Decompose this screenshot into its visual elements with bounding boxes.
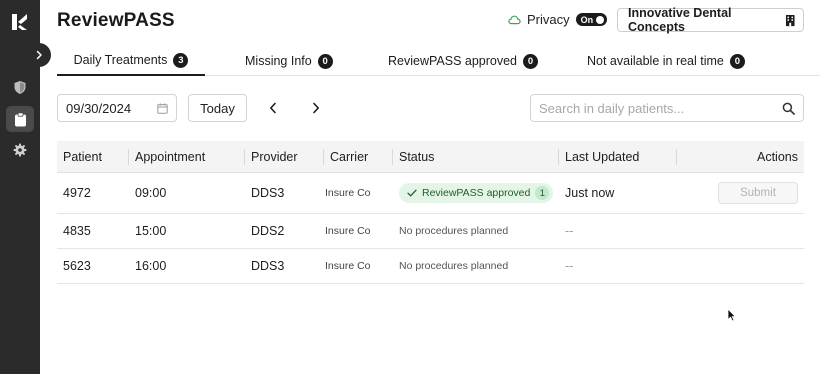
- status-label: ReviewPASS approved: [422, 187, 531, 199]
- column-header-last-updated[interactable]: Last Updated: [559, 141, 677, 173]
- cell-patient: 4972: [63, 186, 91, 200]
- status-count: 1: [535, 186, 550, 200]
- cell-provider: DDS3: [251, 186, 285, 200]
- tab-daily-treatments[interactable]: Daily Treatments 3: [57, 46, 205, 76]
- table-header: Patient Appointment Provider Carrier Sta…: [57, 141, 804, 173]
- organization-selector[interactable]: Innovative Dental Concepts: [617, 6, 804, 34]
- daily-treatments-table: Patient Appointment Provider Carrier Sta…: [57, 141, 804, 284]
- mouse-cursor-icon: [727, 308, 737, 327]
- previous-day-button[interactable]: [263, 98, 283, 118]
- cell-status: ReviewPASS approved 1: [399, 173, 554, 213]
- tab-not-available-real-time[interactable]: Not available in real time 0: [587, 46, 745, 76]
- tab-count-badge: 0: [317, 53, 333, 69]
- tab-missing-info[interactable]: Missing Info 0: [245, 46, 333, 76]
- column-header-carrier[interactable]: Carrier: [324, 141, 393, 173]
- gear-icon[interactable]: [6, 137, 34, 163]
- today-button[interactable]: Today: [188, 94, 247, 122]
- tab-count-badge: 3: [173, 52, 189, 68]
- cell-status: No procedures planned: [399, 225, 509, 237]
- column-header-status[interactable]: Status: [393, 141, 559, 173]
- app-logo-icon[interactable]: [10, 12, 30, 32]
- tab-label: ReviewPASS approved: [388, 54, 518, 68]
- chevron-left-icon: [270, 102, 276, 114]
- cell-appointment: 15:00: [135, 224, 167, 238]
- cell-actions: Submit: [718, 173, 798, 213]
- tab-label: Daily Treatments: [73, 53, 168, 67]
- clipboard-icon[interactable]: [6, 106, 34, 132]
- cell-patient: 4835: [63, 224, 91, 238]
- check-icon: [407, 189, 417, 197]
- chevron-right-icon: [36, 50, 42, 60]
- date-picker-input[interactable]: 09/30/2024: [57, 94, 177, 122]
- patient-search: [530, 94, 804, 122]
- column-header-appointment[interactable]: Appointment: [129, 141, 245, 173]
- column-header-patient[interactable]: Patient: [57, 141, 129, 173]
- cell-carrier: Insure Co: [325, 187, 371, 199]
- column-header-actions: Actions: [757, 150, 798, 164]
- search-icon[interactable]: [782, 102, 795, 115]
- privacy-control: Privacy On: [508, 12, 608, 27]
- app-title: ReviewPASS: [57, 10, 175, 31]
- tab-count-badge: 0: [523, 53, 539, 69]
- privacy-toggle-label: On: [580, 14, 594, 25]
- cell-patient: 5623: [63, 259, 91, 273]
- cell-carrier: Insure Co: [325, 260, 371, 272]
- shield-icon[interactable]: [6, 74, 34, 100]
- organization-name: Innovative Dental Concepts: [628, 6, 732, 34]
- cell-carrier: Insure Co: [325, 225, 371, 237]
- toggle-knob: [596, 15, 605, 24]
- privacy-toggle[interactable]: On: [575, 13, 608, 26]
- tab-bar: Daily Treatments 3 Missing Info 0 Review…: [57, 46, 820, 76]
- cell-status: No procedures planned: [399, 260, 509, 272]
- cell-provider: DDS2: [251, 224, 285, 238]
- table-row[interactable]: 4972 09:00 DDS3 Insure Co ReviewPASS app…: [57, 173, 804, 214]
- next-day-button[interactable]: [306, 98, 326, 118]
- tab-count-badge: 0: [729, 53, 745, 69]
- cell-last-updated: Just now: [565, 186, 615, 200]
- building-icon: [785, 14, 795, 26]
- status-badge: ReviewPASS approved 1: [399, 183, 554, 203]
- cloud-icon: [508, 15, 521, 24]
- column-header-provider[interactable]: Provider: [245, 141, 324, 173]
- cell-appointment: 16:00: [135, 259, 167, 273]
- date-value: 09/30/2024: [66, 100, 132, 116]
- chevron-right-icon: [313, 102, 319, 114]
- table-row[interactable]: 4835 15:00 DDS2 Insure Co No procedures …: [57, 214, 804, 249]
- cell-appointment: 09:00: [135, 186, 167, 200]
- search-input[interactable]: [539, 100, 782, 116]
- privacy-label: Privacy: [527, 12, 570, 27]
- cell-provider: DDS3: [251, 259, 285, 273]
- calendar-icon[interactable]: [157, 102, 168, 114]
- tab-label: Not available in real time: [587, 54, 724, 68]
- submit-button[interactable]: Submit: [718, 182, 798, 204]
- table-row[interactable]: 5623 16:00 DDS3 Insure Co No procedures …: [57, 249, 804, 284]
- tab-reviewpass-approved[interactable]: ReviewPASS approved 0: [388, 46, 539, 76]
- cell-last-updated: --: [565, 259, 574, 273]
- tab-label: Missing Info: [245, 54, 312, 68]
- cell-last-updated: --: [565, 224, 574, 238]
- sidebar-expand-button[interactable]: [27, 43, 51, 67]
